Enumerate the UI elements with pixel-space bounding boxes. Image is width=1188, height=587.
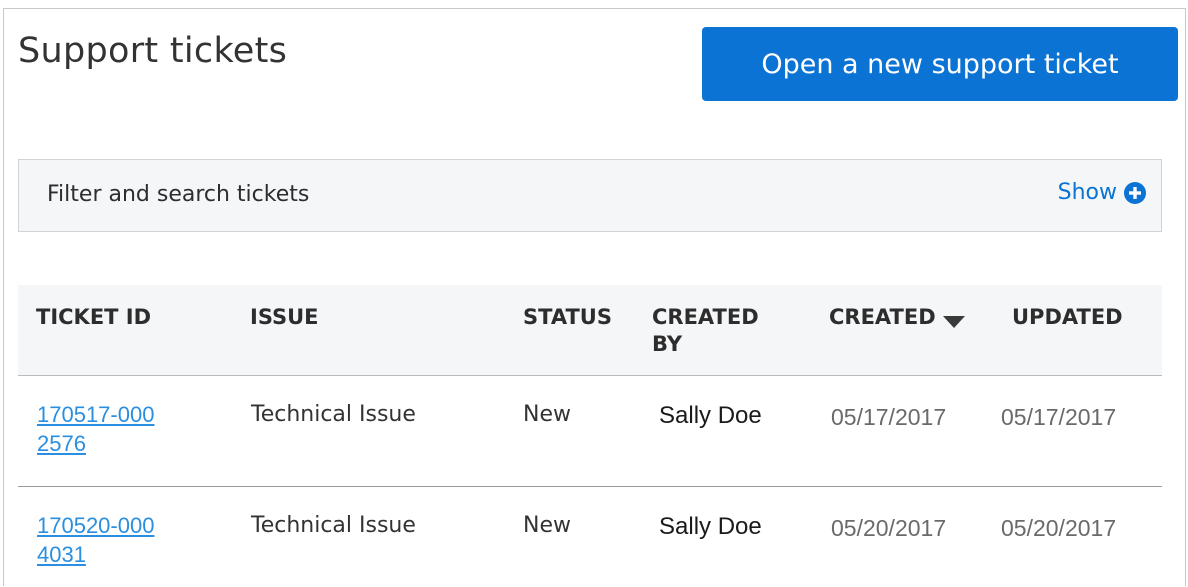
column-header-status[interactable]: STATUS bbox=[523, 304, 612, 331]
column-header-created-by[interactable]: CREATED BY bbox=[652, 304, 782, 358]
updated-date-cell: 05/20/2017 bbox=[1001, 515, 1117, 541]
created-by-cell: Sally Doe bbox=[659, 513, 762, 540]
filter-show-toggle[interactable]: Show bbox=[1058, 180, 1147, 205]
table-header: TICKET ID ISSUE STATUS CREATED BY CREATE… bbox=[18, 285, 1162, 376]
ticket-id-link[interactable]: 170520-0004031 bbox=[37, 511, 157, 569]
created-date-cell: 05/17/2017 bbox=[831, 404, 947, 430]
updated-date-cell: 05/17/2017 bbox=[1001, 404, 1117, 430]
issue-cell: Technical Issue bbox=[251, 513, 416, 538]
table-row: 170520-0004031 Technical Issue New Sally… bbox=[18, 488, 1162, 586]
sort-down-icon bbox=[942, 310, 966, 328]
filter-label: Filter and search tickets bbox=[47, 182, 310, 207]
created-date-cell: 05/20/2017 bbox=[831, 515, 947, 541]
column-header-created[interactable]: CREATED bbox=[829, 304, 966, 331]
issue-cell: Technical Issue bbox=[251, 402, 416, 427]
column-header-issue[interactable]: ISSUE bbox=[250, 304, 319, 331]
column-header-ticket-id[interactable]: TICKET ID bbox=[36, 304, 151, 331]
filter-show-label: Show bbox=[1057, 180, 1117, 205]
column-header-updated[interactable]: UPDATED bbox=[1012, 304, 1123, 331]
ticket-id-link[interactable]: 170517-0002576 bbox=[37, 400, 157, 458]
page-title: Support tickets bbox=[18, 31, 288, 71]
filter-bar: Filter and search tickets Show bbox=[18, 159, 1162, 232]
open-new-ticket-button[interactable]: Open a new support ticket bbox=[702, 27, 1178, 101]
plus-circle-icon bbox=[1123, 181, 1147, 205]
created-by-cell: Sally Doe bbox=[659, 402, 762, 429]
column-header-created-label: CREATED bbox=[829, 305, 936, 329]
table-row: 170517-0002576 Technical Issue New Sally… bbox=[18, 377, 1162, 487]
status-cell: New bbox=[523, 402, 571, 427]
status-cell: New bbox=[523, 513, 571, 538]
